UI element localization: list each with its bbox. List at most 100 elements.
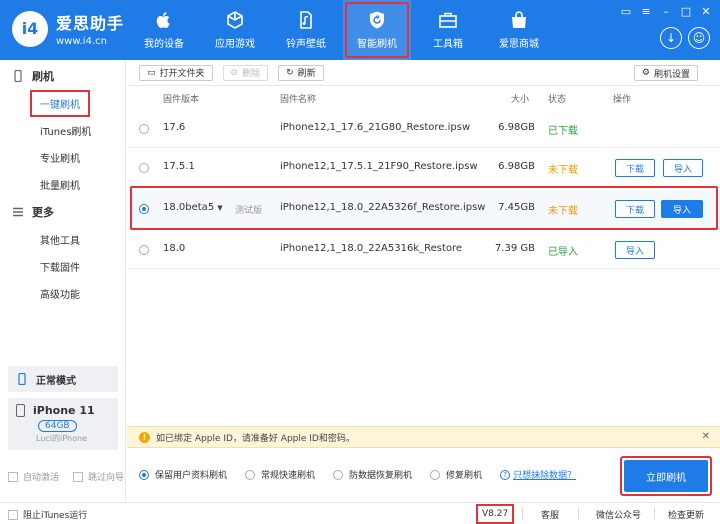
nav-my-device[interactable]: 我的设备 (130, 0, 198, 60)
import-button[interactable]: 导入 (663, 159, 703, 177)
sidebar-section-label: 更多 (32, 206, 54, 219)
logo-mark: i4 (12, 10, 48, 47)
toolbox-icon (439, 12, 457, 28)
divider (654, 507, 655, 520)
menu-icon[interactable]: ≡ (638, 4, 654, 18)
cube-icon (227, 11, 243, 29)
app-title: 爱思助手 (56, 14, 125, 33)
minimize-icon[interactable]: – (658, 4, 674, 18)
col-version: 固件版本 (163, 95, 200, 105)
col-size: 大小 (511, 95, 530, 105)
device-mode: 正常模式 (8, 366, 118, 392)
download-icon[interactable]: ↓ (660, 27, 682, 49)
sidebar-item-label: 批量刷机 (40, 181, 80, 192)
sidebar-item-one-click-flash[interactable]: 一键刷机 (0, 90, 125, 117)
option-anti-recovery[interactable]: 防数据恢复刷机 (333, 468, 412, 481)
firmware-status: 已导入 (548, 247, 578, 258)
col-action: 操作 (613, 95, 632, 105)
firmware-version: 17.6 (163, 122, 186, 133)
top-nav: 我的设备 应用游戏 铃声壁纸 智能刷机 工具箱 爱思商城 (130, 0, 556, 60)
selection-highlight (130, 186, 718, 230)
col-status: 状态 (548, 95, 567, 105)
checkbox-box (73, 471, 84, 482)
button-label: 刷机设置 (653, 69, 690, 80)
sidebar-item-pro-flash[interactable]: 专业刷机 (0, 144, 125, 171)
nav-label: 工具箱 (433, 39, 463, 50)
firmware-name: iPhone12,1_17.5.1_21F90_Restore.ipsw (280, 161, 478, 172)
import-button[interactable]: 导入 (615, 241, 655, 259)
option-repair-flash[interactable]: 修复刷机 (430, 468, 482, 481)
download-button[interactable]: 下载 (615, 159, 655, 177)
check-update-link[interactable]: 检查更新 (668, 508, 704, 521)
logo-mark-text: i4 (21, 19, 39, 38)
checkbox-box (8, 471, 18, 482)
option-keep-data[interactable]: 保留用户资料刷机 (139, 468, 227, 481)
open-folder-button[interactable]: ▭ 打开文件夹 (139, 64, 213, 81)
sidebar-item-download-firmware[interactable]: 下载固件 (0, 253, 125, 280)
option-quick-flash[interactable]: 常规快速刷机 (245, 468, 315, 481)
checkbox-label: 阻止iTunes运行 (23, 511, 88, 521)
maximize-icon[interactable]: □ (678, 4, 694, 18)
flash-now-button[interactable]: 立即刷机 (624, 460, 708, 492)
sidebar-item-other-tools[interactable]: 其他工具 (0, 226, 125, 253)
shopping-bag-icon (512, 11, 526, 28)
device-card[interactable]: iPhone 11 64GB Luci的iPhone (8, 398, 118, 450)
status-bar: 阻止iTunes运行 V8.27 客服 微信公众号 检查更新 (0, 502, 720, 524)
nav-apps-games[interactable]: 应用游戏 (201, 0, 269, 60)
menu-lines-icon (13, 207, 23, 217)
row-radio[interactable] (139, 124, 149, 134)
nav-ringtones-wallpapers[interactable]: 铃声壁纸 (272, 0, 340, 60)
nav-label: 应用游戏 (215, 39, 255, 50)
sidebar-section-label: 刷机 (32, 70, 54, 83)
close-icon[interactable]: ✕ (702, 431, 710, 442)
link-label: 只想抹除数据？ (513, 471, 577, 481)
option-label: 常规快速刷机 (261, 471, 316, 481)
radio (333, 469, 344, 480)
wechat-link[interactable]: 微信公众号 (596, 508, 641, 521)
refresh-button[interactable]: ↻ 刷新 (278, 64, 324, 81)
sidebar-item-label: 一键刷机 (30, 90, 90, 117)
window-controls: ▭ ≡ – □ ✕ (618, 4, 714, 18)
delete-button[interactable]: ⊖ 删除 (222, 64, 269, 81)
firmware-status: 未下载 (548, 165, 578, 176)
firmware-name: iPhone12,1_18.0_22A5316k_Restore (280, 243, 463, 254)
help-icon: ? (500, 469, 511, 480)
block-itunes-checkbox[interactable]: 阻止iTunes运行 (8, 508, 87, 521)
sidebar-item-label: 高级功能 (40, 290, 80, 301)
row-radio[interactable] (139, 245, 149, 255)
phone-icon (16, 404, 25, 417)
sidebar-item-advanced[interactable]: 高级功能 (0, 280, 125, 307)
sidebar-item-batch-flash[interactable]: 批量刷机 (0, 171, 125, 198)
customer-service-link[interactable]: 客服 (541, 508, 559, 521)
button-label: 打开文件夹 (159, 69, 205, 79)
table-row[interactable]: 17.6 iPhone12,1_17.6_21G80_Restore.ipsw … (127, 110, 720, 148)
auto-activate-checkbox[interactable]: 自动激活 (8, 470, 59, 483)
user-icon[interactable]: ☺ (688, 27, 710, 49)
firmware-size: 7.39 GB (494, 243, 535, 254)
skip-guide-checkbox[interactable]: 跳过向导 (73, 470, 124, 483)
close-icon[interactable]: ✕ (698, 4, 714, 18)
flash-settings-button[interactable]: ⚙ 刷机设置 (633, 65, 698, 81)
radio (139, 469, 149, 480)
folder-icon: ▭ (147, 67, 156, 78)
nav-toolbox[interactable]: 工具箱 (414, 0, 482, 60)
nav-label: 铃声壁纸 (286, 39, 326, 50)
firmware-version: 18.0 (163, 243, 186, 254)
checkbox-box (8, 509, 18, 520)
col-name: 固件名称 (280, 95, 317, 105)
nav-smart-flash[interactable]: 智能刷机 (343, 0, 411, 60)
nav-store[interactable]: 爱思商城 (485, 0, 553, 60)
option-label: 修复刷机 (446, 471, 483, 481)
app-url: www.i4.cn (56, 36, 107, 47)
apple-id-alert: ! 如已绑定 Apple ID，请准备好 Apple ID和密码。 ✕ (127, 426, 720, 448)
table-row[interactable]: 17.5.1 iPhone12,1_17.5.1_21F90_Restore.i… (127, 149, 720, 187)
table-row[interactable]: 18.0 iPhone12,1_18.0_22A5316k_Restore 7.… (127, 231, 720, 269)
sidebar-item-itunes-flash[interactable]: iTunes刷机 (0, 117, 125, 144)
sidebar-item-label: iTunes刷机 (40, 127, 92, 138)
option-label: 防数据恢复刷机 (349, 471, 413, 481)
skin-icon[interactable]: ▭ (618, 4, 634, 18)
row-radio[interactable] (139, 163, 149, 173)
nav-label: 智能刷机 (357, 39, 397, 50)
erase-data-link[interactable]: ? 只想抹除数据？ (500, 468, 576, 481)
flash-options: 保留用户资料刷机 常规快速刷机 防数据恢复刷机 修复刷机 ? 只想抹除数据？ (139, 468, 594, 481)
